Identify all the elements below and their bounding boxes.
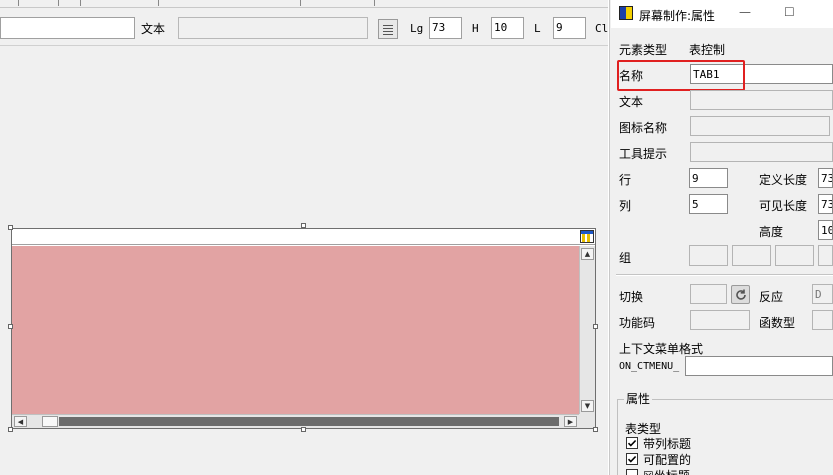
h-field[interactable]: 10 (491, 17, 524, 39)
resize-handle[interactable] (301, 223, 306, 228)
group-input-4[interactable] (818, 245, 833, 266)
horizontal-scrollbar[interactable]: ◀ ▶ (12, 414, 579, 428)
context-menu-label: 上下文菜单格式 (619, 342, 704, 356)
function-type-label: 函数型 (759, 316, 796, 330)
attributes-toolbar: 文本 Lg 73 H 10 L 9 Cl (0, 8, 610, 46)
group-input-2[interactable] (732, 245, 771, 266)
column-label: 列 (619, 199, 632, 213)
resize-handle[interactable] (593, 427, 598, 432)
strip-divider (374, 0, 375, 6)
highlight-box (617, 60, 745, 91)
divider (616, 274, 833, 276)
context-menu-input[interactable] (685, 356, 833, 376)
top-strip (0, 0, 610, 8)
function-type-input[interactable] (812, 310, 833, 330)
height-label: 高度 (759, 225, 784, 239)
tooltip-input[interactable] (690, 142, 833, 162)
screen-painter-icon (619, 6, 633, 20)
vis-length-input[interactable]: 73 (818, 194, 833, 214)
column-header-checkbox-label: 带列标题 (643, 437, 692, 451)
scroll-down-icon[interactable]: ▼ (581, 400, 594, 412)
switch-input[interactable] (690, 284, 727, 304)
table-control-icon (580, 230, 594, 243)
configurable-checkbox-label: 可配置的 (643, 453, 692, 467)
lg-field[interactable]: 73 (429, 17, 462, 39)
element-type-label: 元素类型 (619, 43, 668, 57)
vis-length-label: 可见长度 (759, 199, 808, 213)
group-input-1[interactable] (689, 245, 728, 266)
element-type-value: 表控制 (689, 43, 726, 57)
strip-divider (158, 0, 159, 6)
configurable-checkbox[interactable] (626, 453, 638, 465)
scroll-track[interactable] (59, 417, 559, 426)
splitter[interactable] (608, 0, 610, 475)
l-label: L (534, 22, 541, 35)
scroll-corner (579, 414, 595, 428)
table-body[interactable] (12, 246, 579, 414)
response-input[interactable]: D (812, 284, 833, 304)
tooltip-label: 工具提示 (619, 147, 668, 161)
l-field[interactable]: 9 (553, 17, 586, 39)
table-control[interactable]: ▲ ▼ ◀ ▶ (11, 228, 596, 429)
cl-label: Cl (595, 22, 609, 35)
scroll-left-icon[interactable]: ◀ (14, 416, 27, 427)
maximize-icon[interactable]: ☐ (784, 5, 795, 19)
name-field[interactable] (0, 17, 135, 39)
text-input[interactable] (690, 90, 833, 110)
column-input[interactable]: 5 (689, 194, 728, 214)
row-label: 行 (619, 173, 632, 187)
resize-handle[interactable] (301, 427, 306, 432)
h-label: H (472, 22, 479, 35)
resize-handle[interactable] (8, 427, 13, 432)
text-field[interactable] (178, 17, 368, 39)
column-header-checkbox[interactable] (626, 437, 638, 449)
height-input[interactable]: 10 (818, 220, 833, 240)
strip-divider (80, 0, 81, 6)
minimize-icon[interactable]: — (739, 5, 751, 19)
attributes-group-title: 属性 (624, 390, 653, 407)
refresh-icon[interactable] (731, 285, 750, 304)
scroll-up-icon[interactable]: ▲ (581, 248, 594, 260)
icon-name-input[interactable] (690, 116, 830, 136)
text-label: 文本 (619, 95, 644, 109)
title-checkbox-label: ☒坐标题 (643, 467, 690, 475)
text-label: 文本 (141, 22, 166, 36)
def-length-input[interactable]: 73 (818, 168, 833, 188)
lg-label: Lg (410, 22, 424, 35)
strip-divider (58, 0, 59, 6)
resize-handle[interactable] (8, 324, 13, 329)
context-menu-prefix: ON_CTMENU_ (619, 361, 680, 372)
group-label: 组 (619, 251, 632, 265)
scroll-thumb[interactable] (42, 416, 58, 427)
def-length-label: 定义长度 (759, 173, 808, 187)
group-input-3[interactable] (775, 245, 814, 266)
list-icon[interactable] (378, 19, 398, 39)
resize-handle[interactable] (8, 225, 13, 230)
row-input[interactable]: 9 (689, 168, 728, 188)
panel-titlebar: 屏幕制作:属性 — ☐ (611, 0, 833, 28)
table-header-row (12, 229, 595, 245)
strip-divider (18, 0, 19, 6)
response-label: 反应 (759, 290, 784, 304)
scroll-right-icon[interactable]: ▶ (564, 416, 577, 427)
switch-label: 切换 (619, 290, 644, 304)
icon-name-label: 图标名称 (619, 121, 668, 135)
vertical-scrollbar[interactable]: ▲ ▼ (579, 246, 595, 414)
title-checkbox[interactable] (626, 469, 638, 475)
panel-title: 屏幕制作:属性 (639, 9, 716, 23)
function-code-label: 功能码 (619, 316, 656, 330)
strip-divider (300, 0, 301, 6)
resize-handle[interactable] (593, 324, 598, 329)
function-code-input[interactable] (690, 310, 750, 330)
